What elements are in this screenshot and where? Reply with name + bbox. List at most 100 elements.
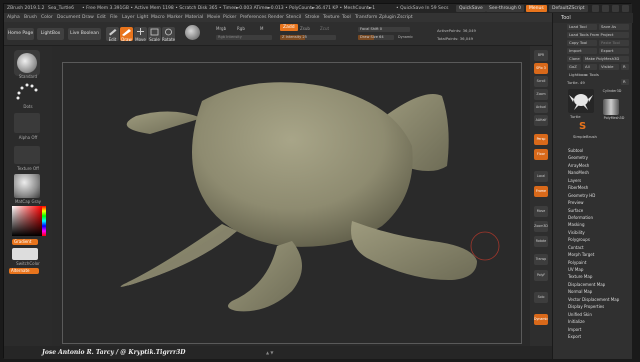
live-boolean-button[interactable]: Live Boolean	[68, 28, 101, 40]
scroll-button[interactable]: Scroll	[534, 76, 548, 87]
minimize-icon[interactable]	[602, 5, 609, 12]
floor-button[interactable]: Floor	[534, 149, 548, 160]
subpanel-nanomesh[interactable]: NanoMesh	[568, 169, 630, 176]
actual-button[interactable]: Actual	[534, 102, 548, 113]
subpanel-displacement-map[interactable]: Displacement Map	[568, 281, 630, 288]
clone-button[interactable]: Clone	[567, 56, 581, 62]
menu-stencil[interactable]: Stencil	[286, 13, 301, 22]
aahalf-button[interactable]: AAHalf	[534, 115, 548, 126]
material-sphere-icon[interactable]	[185, 25, 200, 40]
focal-shift-slider[interactable]: Focal Shift 0	[358, 27, 410, 32]
texture-picker[interactable]	[14, 146, 40, 164]
color-picker[interactable]	[12, 206, 42, 236]
lightbox-button[interactable]: LightBox	[37, 28, 64, 40]
menu-texture[interactable]: Texture	[323, 13, 339, 22]
rgb-intensity-slider[interactable]: Rgb Intensity	[216, 35, 272, 40]
zoom3d-button[interactable]: Zoom3D	[534, 221, 548, 232]
draw-size-slider[interactable]: Draw Size 64	[358, 35, 394, 40]
see-through-slider[interactable]: See-through 0	[486, 5, 524, 12]
subpanel-visibility[interactable]: Visibility	[568, 229, 630, 236]
menu-material[interactable]: Material	[185, 13, 203, 22]
dynamic-toggle[interactable]: Dynamic	[398, 35, 413, 39]
menu-light[interactable]: Light	[137, 13, 148, 22]
menu-alpha[interactable]: Alpha	[7, 13, 20, 22]
alternate-toggle[interactable]: Alternate	[9, 268, 39, 274]
tool-palette-header[interactable]: Tool	[553, 13, 633, 23]
tool-r-button[interactable]: R	[621, 79, 629, 85]
subpanel-geometry-hd[interactable]: Geometry HD	[568, 192, 630, 199]
subpanel-fibermesh[interactable]: FiberMesh	[568, 184, 630, 191]
menu-tool[interactable]: Tool	[342, 13, 351, 22]
brush-picker[interactable]	[14, 50, 40, 76]
subpanel-layers[interactable]: Layers	[568, 177, 630, 184]
home-page-button[interactable]: Home Page	[7, 28, 34, 40]
turtle-tool-thumb[interactable]	[568, 89, 594, 113]
spix-button[interactable]: SPix 3	[534, 63, 548, 74]
zsub-toggle[interactable]: Zsub	[300, 26, 310, 31]
menu-zplugin[interactable]: Zplugin	[379, 13, 396, 22]
menu-movie[interactable]: Movie	[207, 13, 220, 22]
menu-stroke[interactable]: Stroke	[305, 13, 319, 22]
solo-button[interactable]: Solo	[534, 292, 548, 303]
rotate-view-button[interactable]: Rotate	[534, 236, 548, 247]
subpanel-arraymesh[interactable]: ArrayMesh	[568, 162, 630, 169]
default-zscript-button[interactable]: DefaultZScript	[549, 5, 588, 12]
save-as-button[interactable]: Save As	[599, 24, 629, 30]
load-tools-from-project-button[interactable]: Load Tools From Project	[567, 32, 629, 38]
menu-render[interactable]: Render	[268, 13, 284, 22]
menu-zscript[interactable]: Zscript	[397, 13, 413, 22]
zadd-toggle[interactable]: Zadd	[280, 24, 298, 31]
copy-tool-button[interactable]: Copy Tool	[567, 40, 597, 46]
goz-button[interactable]: GoZ	[567, 64, 581, 70]
subpanel-surface[interactable]: Surface	[568, 207, 630, 214]
persp-button[interactable]: Persp	[534, 134, 548, 145]
transp-button[interactable]: Transp	[534, 254, 548, 265]
subpanel-vector-displacement-map[interactable]: Vector Displacement Map	[568, 296, 630, 303]
rotate-mode-button[interactable]: Rotate	[162, 27, 175, 42]
make-polymesh-button[interactable]: Make PolyMesh3D	[583, 56, 629, 62]
simplebrush-icon[interactable]: S	[579, 121, 586, 132]
maximize-icon[interactable]	[612, 5, 619, 12]
subpanel-display-properties[interactable]: Display Properties	[568, 303, 630, 310]
draw-mode-button[interactable]: Draw	[120, 27, 133, 42]
frame-button[interactable]: Frame	[534, 186, 548, 197]
alpha-picker[interactable]	[14, 113, 40, 133]
subpanel-initialize[interactable]: Initialize	[568, 318, 630, 325]
goz-all-button[interactable]: All	[583, 64, 597, 70]
lightbox-tools-button[interactable]: Lightbox► Tools	[567, 72, 629, 78]
polymesh-tool-thumb[interactable]	[603, 99, 619, 115]
subpanel-uv-map[interactable]: UV Map	[568, 266, 630, 273]
switch-color-label[interactable]: SwitchColor	[4, 261, 52, 266]
dynamic-solo-button[interactable]: Dynamic	[534, 314, 548, 325]
menu-layer[interactable]: Layer	[122, 13, 135, 22]
menu-file[interactable]: File	[110, 13, 118, 22]
zcut-toggle[interactable]: Zcut	[320, 26, 329, 31]
subpanel-texture-map[interactable]: Texture Map	[568, 273, 630, 280]
local-button[interactable]: Local	[534, 171, 548, 182]
menu-marker[interactable]: Marker	[167, 13, 183, 22]
subpanel-morph-target[interactable]: Morph Target	[568, 251, 630, 258]
subpanel-unified-skin[interactable]: Unified Skin	[568, 311, 630, 318]
menu-preferences[interactable]: Preferences	[240, 13, 266, 22]
rgb-toggle[interactable]: Rgb	[237, 26, 245, 31]
m-toggle[interactable]: M	[260, 26, 263, 31]
menu-draw[interactable]: Draw	[82, 13, 94, 22]
subpanel-contact[interactable]: Contact	[568, 244, 630, 251]
subpanel-geometry[interactable]: Geometry	[568, 154, 630, 161]
goz-visible-button[interactable]: Visible	[599, 64, 619, 70]
menus-button[interactable]: Menus	[526, 5, 547, 12]
hue-slider[interactable]	[42, 206, 46, 236]
zoom-button[interactable]: Zoom	[534, 89, 548, 100]
close-icon[interactable]	[622, 5, 629, 12]
subpanel-polypaint[interactable]: Polypaint	[568, 259, 630, 266]
stroke-picker[interactable]	[14, 81, 40, 103]
export-tool-button[interactable]: Export	[599, 48, 629, 54]
bottom-tray-toggle-icon[interactable]: ▲ ▼	[266, 350, 273, 355]
bpr-button[interactable]: BPR	[534, 50, 548, 61]
subpanel-subtool[interactable]: Subtool	[568, 147, 630, 154]
menu-document[interactable]: Document	[57, 13, 80, 22]
matcap-material-picker[interactable]	[14, 174, 40, 198]
subpanel-normal-map[interactable]: Normal Map	[568, 288, 630, 295]
help-icon[interactable]	[592, 5, 599, 12]
menu-brush[interactable]: Brush	[24, 13, 37, 22]
